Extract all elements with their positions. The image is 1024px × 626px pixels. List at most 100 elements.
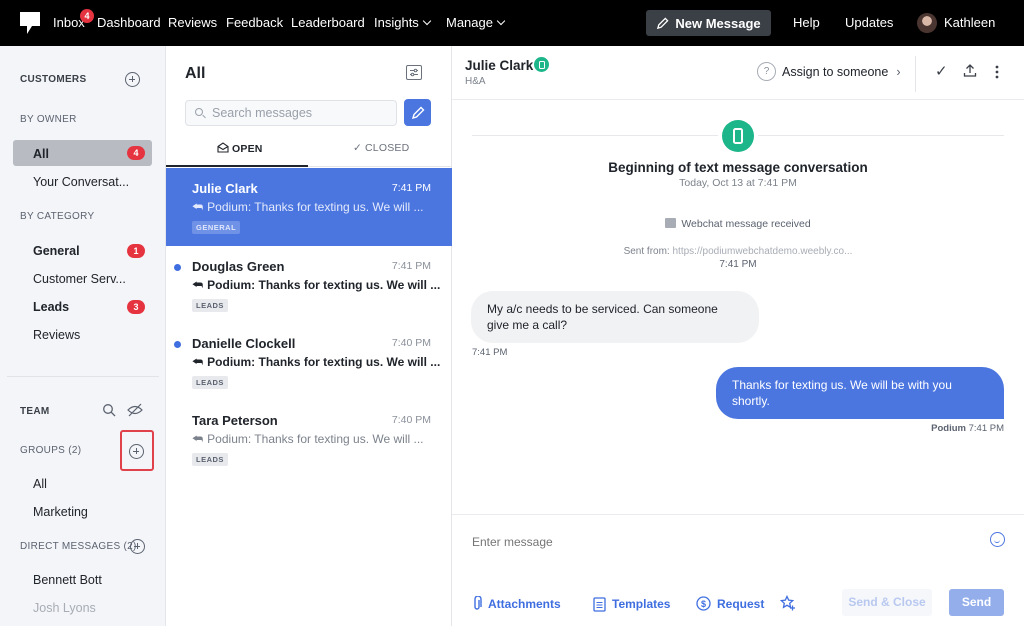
paperclip-icon [474,596,482,610]
add-group-icon[interactable] [129,444,144,459]
share-upload-icon[interactable] [963,63,977,78]
assign-label: Assign to someone [782,64,889,79]
assign-button[interactable]: ? Assign to someone › [757,62,900,81]
nav-manage[interactable]: Manage [446,15,506,30]
send-and-close-button[interactable]: Send & Close [842,589,932,616]
groups-heading: GROUPS (2) [20,445,82,456]
webchat-icon [665,218,677,228]
conversation-item[interactable]: Tara Peterson 7:40 PM ⮪ Podium: Thanks fo… [166,400,452,478]
search-icon [195,108,203,116]
svg-text:$: $ [701,599,706,609]
all-count-badge: 4 [127,146,145,160]
reply-icon: ⮪ [192,278,204,292]
sidebar-item-your-conversations[interactable]: Your Conversat... [33,175,129,189]
add-direct-message-icon[interactable] [130,539,145,554]
nav-reviews[interactable]: Reviews [168,15,217,30]
phone-channel-icon [722,120,754,152]
send-button[interactable]: Send [949,589,1004,616]
user-name[interactable]: Kathleen [944,15,995,30]
message-composer: Attachments Templates $ Request Send & C… [452,514,1024,626]
templates-label: Templates [612,597,671,611]
sidebar-group-marketing[interactable]: Marketing [33,505,88,519]
search-messages-input[interactable]: Search messages [185,100,397,126]
conversation-preview-text: Podium: Thanks for texting us. We will .… [207,278,441,292]
conversation-item[interactable]: Douglas Green 7:41 PM ⮪ Podium: Thanks fo… [166,246,452,324]
webchat-event: Webchat message received [452,218,1024,230]
sidebar-group-all[interactable]: All [33,477,47,491]
incoming-message: My a/c needs to be serviced. Can someone… [471,291,759,343]
search-team-icon[interactable] [102,403,116,417]
conversation-time: 7:41 PM [391,182,431,194]
new-message-button[interactable]: New Message [646,10,771,36]
add-customer-icon[interactable] [125,72,140,87]
attachments-button[interactable]: Attachments [472,596,561,611]
podium-logo-icon[interactable] [20,12,40,34]
nav-dashboard[interactable]: Dashboard [97,15,161,30]
filter-settings-icon[interactable] [406,65,422,80]
conversation-time: 7:41 PM [391,260,431,272]
sidebar-item-leads[interactable]: Leads [33,300,69,314]
leads-count-badge: 3 [127,300,145,314]
sent-from-url[interactable]: https://podiumwebchatdemo.weebly.co... [673,246,853,257]
sent-from: Sent from: https://podiumwebchatdemo.wee… [452,246,1024,257]
templates-notepad-icon [593,597,606,612]
close-conversation-check-icon[interactable]: ✓ [935,62,948,80]
conversation-preview: ⮪ Podium: Thanks for texting us. We will … [192,278,440,293]
review-invite-star-icon[interactable] [780,595,796,611]
reply-icon: ⮪ [192,355,204,369]
header-divider [915,56,916,92]
sidebar-dm-josh-lyons[interactable]: Josh Lyons [33,601,96,615]
sidebar-dm-bennett-bott[interactable]: Bennett Bott [33,573,102,587]
message-input[interactable] [472,535,972,549]
sidebar-item-all[interactable]: All [33,147,49,161]
sent-from-label: Sent from: [623,246,670,257]
category-tag: LEADS [192,453,228,466]
nav-help[interactable]: Help [793,15,820,30]
tab-closed[interactable]: ✓ CLOSED [353,142,409,154]
divider-line [758,135,1004,136]
list-title: All [185,65,206,82]
contact-name[interactable]: Julie Clark [465,58,533,73]
nav-manage-label: Manage [446,15,493,30]
outgoing-sender: Podium [931,423,966,434]
conversation-time: 7:40 PM [391,414,431,426]
outgoing-message-meta: Podium 7:41 PM [931,423,1004,434]
request-payment-button[interactable]: $ Request [696,596,764,611]
contact-location: H&A [465,76,486,87]
conversation-list: All Search messages OPEN ✓ CLOSED Julie C… [166,46,452,626]
conversation-time: 7:40 PM [391,337,431,349]
user-avatar[interactable] [917,13,937,33]
unassigned-icon: ? [757,62,776,81]
direct-messages-heading: DIRECT MESSAGES (2) [20,541,137,552]
sidebar-divider [7,376,159,377]
compose-button[interactable] [404,99,431,126]
tab-closed-label: CLOSED [365,142,410,154]
unread-indicator [174,264,181,271]
pencil-icon [657,16,669,29]
nav-leaderboard[interactable]: Leaderboard [291,15,365,30]
emoji-icon[interactable] [990,532,1005,547]
templates-button[interactable]: Templates [593,596,670,612]
sidebar-item-customer-service[interactable]: Customer Serv... [33,272,126,286]
nav-updates[interactable]: Updates [845,15,893,30]
new-message-label: New Message [675,15,761,31]
hide-eye-icon[interactable] [127,403,143,417]
conversation-start-date: Today, Oct 13 at 7:41 PM [679,177,797,189]
conversation-name: Tara Peterson [192,413,278,428]
check-icon: ✓ [353,142,362,154]
conversation-item[interactable]: Julie Clark 7:41 PM ⮪ Podium: Thanks for … [166,168,452,246]
team-heading: TEAM [20,406,50,417]
sidebar-item-general[interactable]: General [33,244,80,258]
sidebar-item-reviews[interactable]: Reviews [33,328,80,342]
sent-from-time: 7:41 PM [719,259,757,270]
incoming-message-time: 7:41 PM [472,347,508,358]
tab-open[interactable]: OPEN [217,142,263,155]
more-options-icon[interactable] [995,65,999,79]
conversation-item[interactable]: Danielle Clockell 7:40 PM ⮪ Podium: Thank… [166,323,452,401]
chevron-down-icon [422,16,432,26]
nav-feedback[interactable]: Feedback [226,15,283,30]
conversation-preview-text: Podium: Thanks for texting us. We will .… [207,355,441,369]
nav-insights[interactable]: Insights [374,15,432,30]
conversation-preview: ⮪ Podium: Thanks for texting us. We will … [192,355,440,370]
active-tab-indicator [166,165,308,167]
